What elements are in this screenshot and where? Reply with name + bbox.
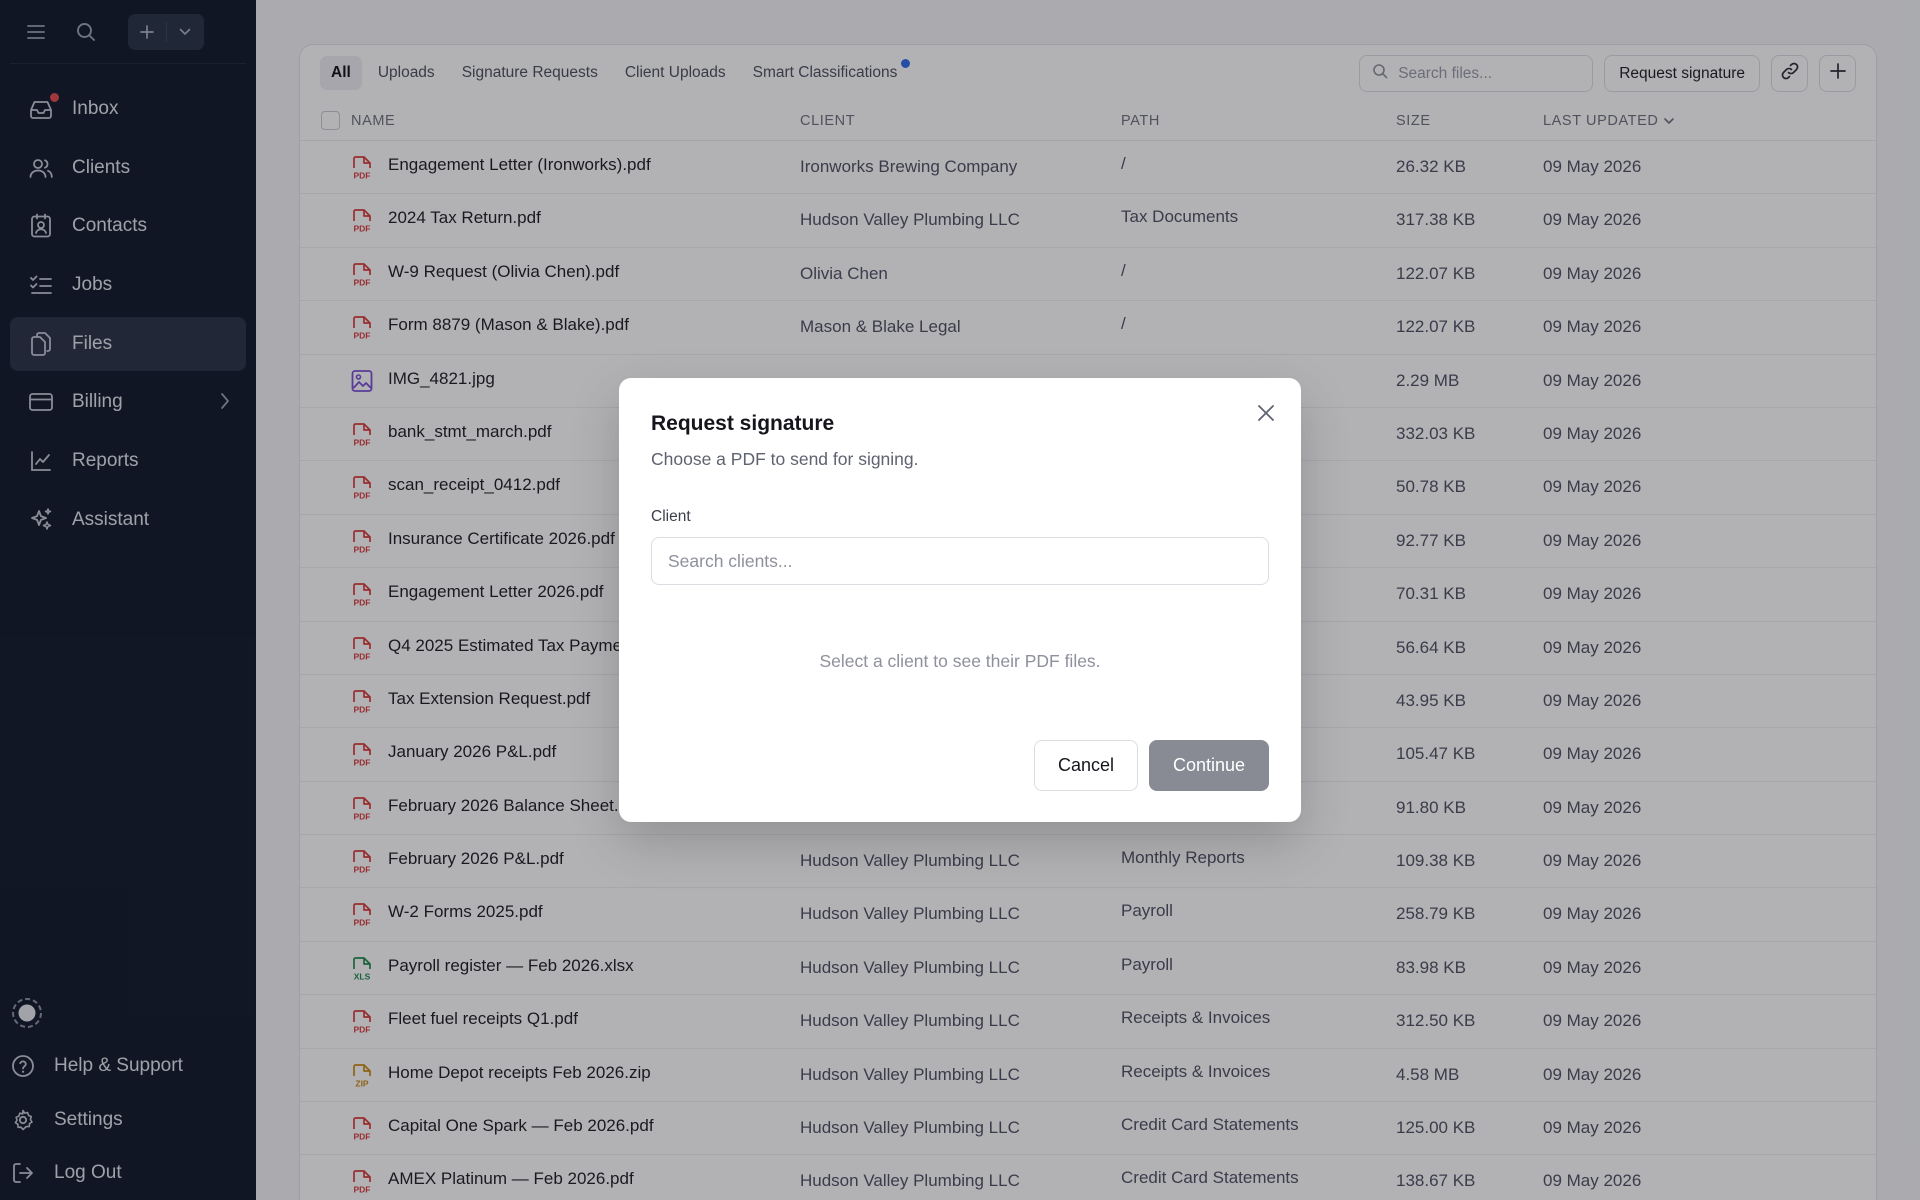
client-search-input[interactable] bbox=[651, 537, 1269, 585]
close-icon[interactable] bbox=[1253, 400, 1279, 426]
empty-state-text: Select a client to see their PDF files. bbox=[819, 651, 1101, 671]
dialog-subtitle: Choose a PDF to send for signing. bbox=[651, 449, 919, 469]
cancel-button[interactable]: Cancel bbox=[1034, 740, 1138, 791]
continue-button[interactable]: Continue bbox=[1149, 740, 1269, 791]
request-signature-dialog: Request signature Choose a PDF to send f… bbox=[619, 378, 1301, 822]
client-field-label: Client bbox=[651, 508, 691, 525]
dialog-title: Request signature bbox=[651, 412, 835, 435]
